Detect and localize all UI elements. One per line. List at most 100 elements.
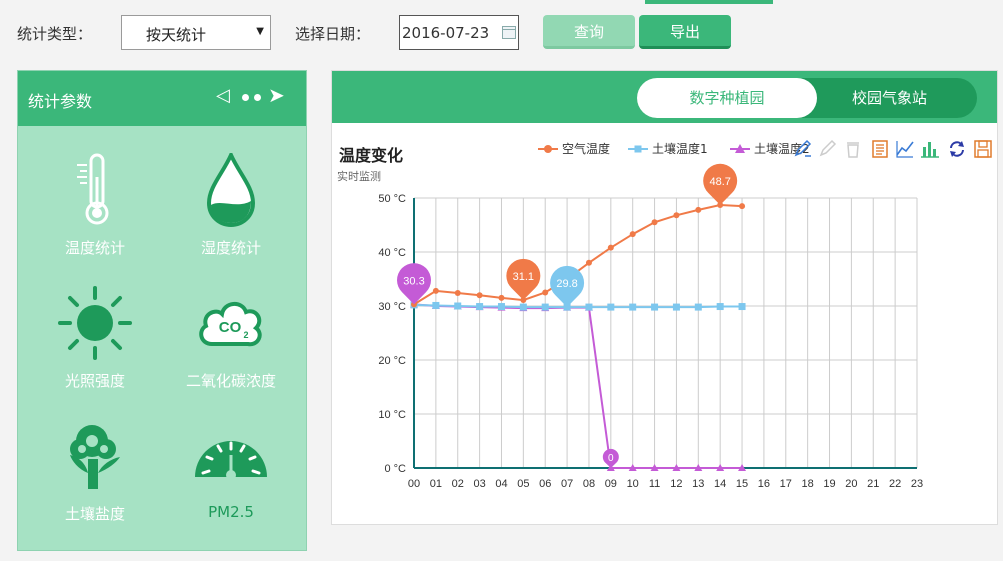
legend-swatch <box>544 145 552 153</box>
data-point <box>695 206 702 213</box>
plant-icon <box>70 425 120 489</box>
x-tick-label: 20 <box>845 478 857 490</box>
param-label: 二氧化碳浓度 <box>185 372 276 390</box>
param-label: 光照强度 <box>64 372 125 390</box>
data-point <box>607 244 614 251</box>
param-temperature[interactable]: 温度统计 <box>30 153 160 258</box>
x-tick-label: 07 <box>561 478 573 490</box>
data-point <box>607 303 615 311</box>
water-drop-icon <box>206 153 256 227</box>
x-tick-label: 02 <box>452 478 464 490</box>
param-co2[interactable]: CO 2 二氧化碳浓度 <box>166 286 296 391</box>
params-header: 统计参数 ◁ ➤ <box>18 71 306 126</box>
data-point <box>497 303 505 311</box>
clear-icon[interactable] <box>843 139 863 159</box>
co2-cloud-icon: CO 2 <box>199 302 262 347</box>
x-tick-label: 19 <box>823 478 835 490</box>
x-tick-label: 15 <box>736 478 748 490</box>
param-label: 温度统计 <box>64 239 125 257</box>
edit-icon[interactable] <box>793 139 813 159</box>
x-tick-label: 05 <box>517 478 529 490</box>
x-tick-label: 08 <box>583 478 595 490</box>
data-point <box>694 303 702 311</box>
chevron-down-icon: ▼ <box>256 26 264 37</box>
legend-label: 空气温度 <box>562 141 610 156</box>
data-point <box>432 287 439 294</box>
param-light[interactable]: 光照强度 <box>30 286 160 391</box>
data-point <box>541 303 549 311</box>
marker-label: 29.8 <box>556 278 577 290</box>
gauge-icon <box>195 441 267 480</box>
y-tick-label: 40 °C <box>378 247 406 259</box>
x-tick-label: 13 <box>692 478 704 490</box>
data-view-icon[interactable] <box>870 139 890 159</box>
x-tick-label: 16 <box>758 478 770 490</box>
data-point <box>585 303 593 311</box>
param-humidity[interactable]: 湿度统计 <box>166 153 296 258</box>
data-point <box>432 301 440 309</box>
data-point <box>629 231 636 238</box>
save-icon[interactable] <box>973 139 993 159</box>
legend-swatch <box>634 145 642 153</box>
data-point <box>498 294 505 301</box>
x-tick-label: 03 <box>473 478 485 490</box>
params-title: 统计参数 <box>28 92 93 111</box>
next-arrow-icon[interactable]: ➤ <box>268 83 285 107</box>
y-tick-label: 20 °C <box>378 355 406 367</box>
calendar-icon[interactable] <box>502 26 516 39</box>
type-label: 统计类型： <box>17 25 93 43</box>
line-chart-icon[interactable] <box>895 139 915 159</box>
marker-label: 0 <box>608 453 614 464</box>
x-tick-label: 23 <box>911 478 923 490</box>
export-button[interactable]: 导出 <box>639 15 731 49</box>
prev-arrow-icon[interactable]: ◁ <box>216 85 230 106</box>
data-point <box>739 203 746 210</box>
top-accent-bar <box>645 0 773 4</box>
data-point <box>454 302 462 310</box>
x-tick-label: 06 <box>539 478 551 490</box>
query-button[interactable]: 查询 <box>543 15 635 49</box>
page-dot-1[interactable] <box>242 94 249 101</box>
bar-chart-icon[interactable] <box>920 139 940 159</box>
stat-type-select[interactable]: 按天统计 ▼ <box>121 15 271 50</box>
date-label: 选择日期： <box>295 25 371 43</box>
y-tick-label: 30 °C <box>378 301 406 313</box>
x-tick-label: 18 <box>802 478 814 490</box>
y-tick-label: 50 °C <box>378 193 406 205</box>
data-point <box>673 212 680 219</box>
x-tick-label: 01 <box>430 478 442 490</box>
edit-disabled-icon[interactable] <box>818 139 838 159</box>
filter-toolbar: 统计类型： 按天统计 ▼ 选择日期： 2016-07-23 查询 导出 <box>0 14 760 54</box>
page-dot-2[interactable] <box>254 94 261 101</box>
param-label: 湿度统计 <box>200 239 261 257</box>
x-tick-label: 00 <box>408 478 420 490</box>
svg-text:2: 2 <box>243 330 248 340</box>
data-point <box>519 303 527 311</box>
y-tick-label: 0 °C <box>384 463 406 475</box>
param-soil-salinity[interactable]: 土壤盐度 <box>30 419 160 524</box>
params-panel: 统计参数 ◁ ➤ 温度统计 湿度统计 光照强度 CO 2 二氧化碳浓度 土壤盐度… <box>17 70 307 551</box>
data-point <box>738 303 746 311</box>
marker-label: 30.3 <box>403 275 424 287</box>
param-pm25[interactable]: PM2.5 <box>166 419 296 521</box>
x-tick-label: 04 <box>495 478 507 490</box>
chart-toolbox <box>793 139 998 161</box>
legend-label: 土壤温度1 <box>652 141 708 156</box>
series-line-2 <box>413 303 743 469</box>
marker-label: 48.7 <box>709 176 730 188</box>
marker-label: 31.1 <box>513 271 534 283</box>
data-point <box>585 259 592 266</box>
x-tick-label: 14 <box>714 478 726 490</box>
data-point <box>629 303 637 311</box>
refresh-icon[interactable] <box>947 139 967 159</box>
x-tick-label: 09 <box>605 478 617 490</box>
y-tick-label: 10 °C <box>378 409 406 421</box>
data-point <box>651 303 659 311</box>
data-point <box>476 292 483 299</box>
date-input[interactable]: 2016-07-23 <box>399 15 519 50</box>
date-value: 2016-07-23 <box>402 24 490 42</box>
x-tick-label: 10 <box>627 478 639 490</box>
data-point <box>716 303 724 311</box>
x-tick-label: 22 <box>889 478 901 490</box>
chart-panel: 数字种植园 校园气象站 温度变化 实时监测 0 °C 10 °C 20 °C 30 °… <box>331 70 998 525</box>
